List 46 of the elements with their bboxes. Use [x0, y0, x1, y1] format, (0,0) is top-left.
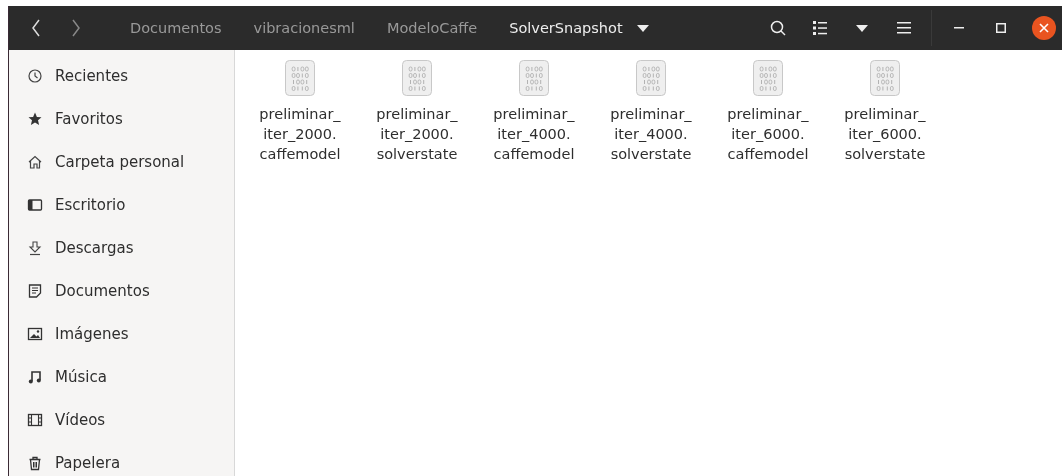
sidebar-item[interactable]: Imágenes: [9, 312, 234, 355]
back-icon: [31, 19, 41, 37]
forward-icon: [71, 19, 81, 37]
breadcrumb[interactable]: SolverSnapshot: [494, 16, 664, 40]
binary-file-icon: [285, 60, 315, 96]
binary-file-icon: [402, 60, 432, 96]
file-name[interactable]: preliminar_ iter_6000. solverstate: [844, 104, 926, 164]
sidebar-item[interactable]: Documentos: [9, 269, 234, 312]
close-icon: [1039, 23, 1049, 33]
sidebar-item[interactable]: Música: [9, 355, 234, 398]
sidebar-item[interactable]: Recientes: [9, 54, 234, 97]
binary-file-icon: [636, 60, 666, 96]
file-name[interactable]: preliminar_ iter_6000. caffemodel: [727, 104, 809, 164]
download-icon: [27, 239, 43, 256]
breadcrumb[interactable]: ModeloCaffe: [371, 16, 493, 40]
sidebar-item[interactable]: Carpeta personal: [9, 140, 234, 183]
home-icon: [27, 153, 43, 170]
sidebar-item[interactable]: Papelera: [9, 441, 234, 476]
breadcrumb[interactable]: Documentos: [115, 16, 237, 40]
list-view-icon: [813, 21, 827, 35]
image-icon: [27, 325, 43, 342]
minimize-icon: [954, 27, 964, 29]
menu-icon: [897, 22, 911, 34]
sidebar-item[interactable]: Descargas: [9, 226, 234, 269]
sidebar-item[interactable]: Vídeos: [9, 398, 234, 441]
trash-icon: [27, 454, 43, 471]
close-button[interactable]: [1032, 16, 1056, 40]
binary-file-icon: [870, 60, 900, 96]
breadcrumb[interactable]: vibracionesml: [238, 16, 370, 40]
caret-icon: [636, 24, 649, 32]
binary-file-icon: [519, 60, 549, 96]
clock-icon: [27, 67, 43, 84]
file-name[interactable]: preliminar_ iter_2000. solverstate: [376, 104, 458, 164]
desktop-icon: [27, 196, 43, 213]
file-name[interactable]: preliminar_ iter_2000. caffemodel: [259, 104, 341, 164]
maximize-icon: [996, 23, 1006, 33]
sidebar-item[interactable]: Escritorio: [9, 183, 234, 226]
file-name[interactable]: preliminar_ iter_4000. caffemodel: [493, 104, 575, 164]
search-icon: [770, 20, 786, 36]
binary-file-icon: [753, 60, 783, 96]
file-name[interactable]: preliminar_ iter_4000. solverstate: [610, 104, 692, 164]
music-note-icon: [27, 368, 43, 385]
sidebar-item[interactable]: Favoritos: [9, 97, 234, 140]
caret-icon: [856, 24, 868, 32]
document-icon: [27, 282, 43, 299]
film-icon: [27, 411, 43, 428]
